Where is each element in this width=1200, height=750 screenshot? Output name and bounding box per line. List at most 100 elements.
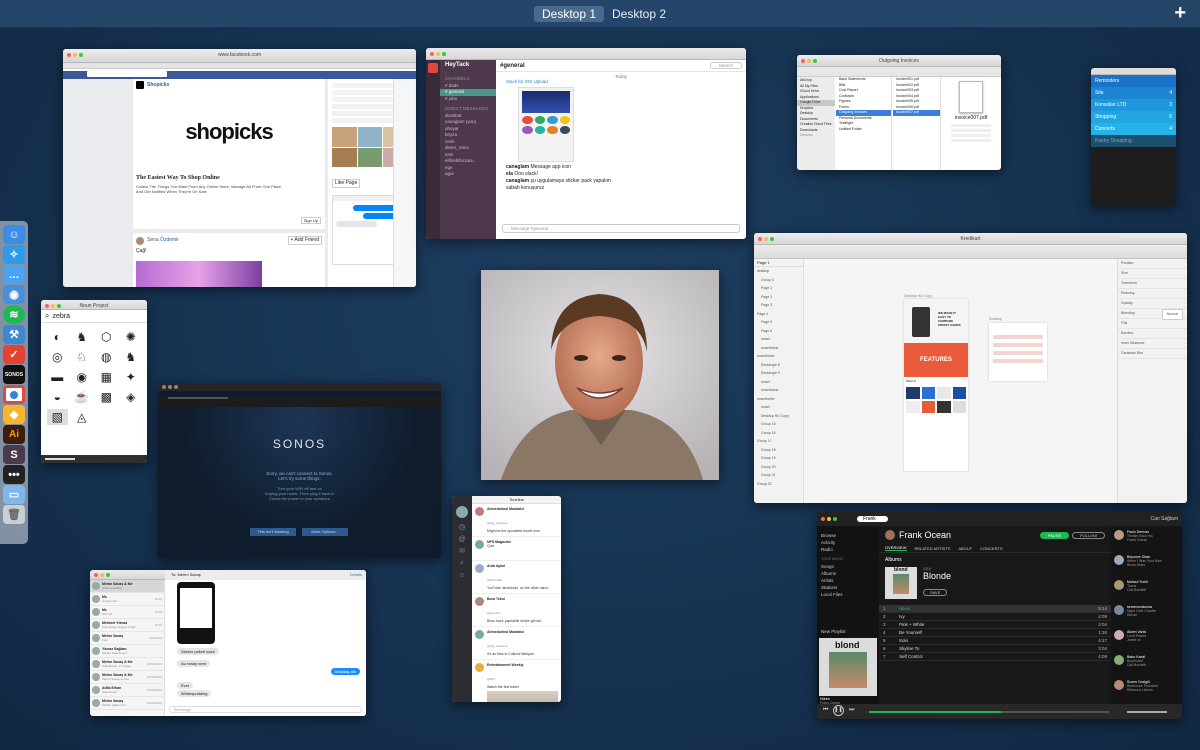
nav-albums[interactable]: Albums [821,570,875,577]
track-row[interactable]: 1 Nikes 5:14 [879,605,1111,613]
friend-item[interactable]: Pasin Derman Thinkin Bout You Frank Ocean [1111,526,1182,551]
layer-item[interactable]: Group 4 [754,276,803,285]
pause-icon[interactable]: ❚❚ [833,705,844,716]
friend-name[interactable]: Sena Özdemir [147,237,179,244]
volume-slider[interactable] [168,397,228,399]
profile-icon[interactable]: ☺ [452,570,472,582]
list-item[interactable]: Reminders [1091,75,1176,87]
clear-window[interactable]: Reminders Site 4 Konsolier LTD 3 Shopping 6… [1091,68,1176,206]
dm-item[interactable]: ugur [440,171,496,178]
zebra-icon[interactable]: ◉ [72,369,93,385]
conversation-item[interactable]: Mehm Savaş Foto Yesterday [90,632,164,645]
message-author[interactable]: canaglam [506,178,529,184]
details-button[interactable]: Details [350,570,362,580]
tweet[interactable]: Arda Aykol @firefoxlab YouTube Jarvislonic… [472,561,561,594]
trash-icon[interactable]: 🗑 [3,505,25,524]
nav-artists[interactable]: Artists [821,577,875,584]
address-bar[interactable]: www.facebook.com [218,52,261,58]
like-page-button[interactable]: Like Page [332,179,361,188]
layer-item[interactable]: Desktop HD Copy [754,412,803,421]
layer-item[interactable]: Group 18 [754,446,803,455]
nav-radio[interactable]: Radio [821,546,875,553]
search-icon[interactable]: ⌕ [452,558,472,570]
layer-item[interactable]: smarthome [754,344,803,353]
tweet-author[interactable]: Arda Aykol [487,564,558,568]
message-author[interactable]: canaglam [506,164,529,170]
layer-item[interactable]: Group 16 [754,429,803,438]
messages-icon[interactable]: ✉ [452,546,472,558]
conversation-item[interactable]: Mehm Savaş & Me Whitespudding [90,580,164,593]
zebra-icon[interactable]: ♞ [72,329,93,345]
todoist-icon[interactable]: ✓ [3,345,25,364]
nav-local-files[interactable]: Local Files [821,591,875,598]
sketch-window[interactable]: Kredikart Page 1 desktop Group 4 Page 1 Pag… [754,233,1187,503]
tweet[interactable]: Bora Tekol @spectric Biraz hazır yapılabil… [472,594,561,627]
tweet[interactable]: Ahmedulmol Mandalci @big_business Might be… [472,504,561,537]
size-slider[interactable] [45,458,75,460]
more-options-button[interactable]: More Options... [302,528,348,536]
signup-button[interactable]: Sign Up [300,217,321,224]
not-working-button[interactable]: This isn't Working [250,528,296,536]
tab-overview[interactable]: OVERVIEW [885,545,907,551]
upload-title[interactable]: Slack for iOS Upload [506,79,746,84]
conversation-item[interactable]: Yılmaz Sağlam Sticker Attachment [90,645,164,658]
track-row[interactable]: 4 Be Yourself 1:26 [879,629,1111,637]
search-input[interactable]: zebra [52,313,70,320]
volume-slider[interactable] [1127,711,1167,713]
list-item[interactable]: Pastry Shopping [1091,135,1176,147]
zebra-icon[interactable]: ☕ [72,389,93,405]
layer-item[interactable]: Page 6 [754,327,803,336]
layer-item[interactable]: Group 19 [754,454,803,463]
tweet-handle[interactable]: @firefoxlab [487,578,502,582]
conversation-item[interactable]: Me Ok it ok 15:08 [90,606,164,619]
pages-selector[interactable]: Page 1 [754,259,803,267]
spotify-window[interactable]: Frank Can Sağlam Browse Activity Radio Y… [817,512,1182,719]
space-desktop-1[interactable]: Desktop 1 [534,6,605,22]
track-row[interactable]: 5 Solo 4:17 [879,637,1111,645]
file-item-selected[interactable]: Invoice007.pdf [893,110,940,116]
photo-window[interactable] [481,270,719,480]
finder-window[interactable]: Outgoing Invoices AirDrop All My Files i… [797,55,1001,170]
zebra-icon[interactable]: ◒ [47,389,68,405]
mentions-icon[interactable]: @ [452,534,472,546]
track-row[interactable]: 7 Self Control 4:09 [879,653,1111,661]
zebra-icon[interactable]: ◐ [47,329,68,345]
tweet-author[interactable]: Ahmedulmol Mandalci [487,507,558,511]
sketch-icon[interactable]: ◆ [3,405,25,424]
next-icon[interactable]: ⏭ [849,707,854,714]
avatar[interactable] [456,506,468,518]
xcode-icon[interactable]: ⚒ [3,325,25,344]
layer-item[interactable]: Page 4 [754,310,803,319]
sketch-canvas[interactable]: Desktop HD Copy WE MADE IT EASY TO COMPA… [804,259,1117,503]
safari-icon[interactable]: ✧ [3,245,25,264]
fb-page-name[interactable]: Shopicks [147,82,169,89]
now-playing-art[interactable]: blond [819,638,877,696]
tab-related-artists[interactable]: RELATED ARTISTS [915,546,951,551]
nav-stations[interactable]: Stations [821,584,875,591]
folder-icon[interactable]: ▭ [3,485,25,504]
follow-button[interactable]: FOLLOW [1072,531,1105,539]
conversation-item[interactable]: Mehmet Yılmaz Telif yasayı okunuz bi gör 1… [90,619,164,632]
zebra-icon[interactable]: ♘ [72,349,93,365]
sidebar-item[interactable]: Creative Cloud Files [797,122,835,128]
nav-activity[interactable]: Activity [821,539,875,546]
tweetbot-icon[interactable]: ◉ [3,285,25,304]
tweet[interactable]: Entertainment Weekly @EW Watch the first t… [472,660,561,702]
zebra-icon[interactable]: ▦ [96,369,117,385]
space-desktop-2[interactable]: Desktop 2 [604,6,674,22]
folder-item[interactable]: Untitled Folder [836,127,891,133]
recipient-name[interactable]: Mehm Savaş [177,572,200,577]
tweet-handle[interactable]: @big_business [487,521,508,525]
zebra-icon[interactable]: ✺ [121,329,142,345]
timeline-icon[interactable]: ◷ [452,522,472,534]
playback-progress[interactable] [869,711,1109,713]
sonos-icon[interactable]: SONOS [3,365,25,384]
nav-songs[interactable]: Songs [821,563,875,570]
zebra-icon[interactable]: ◎ [47,349,68,365]
artboard-desktop-hd[interactable]: WE MADE IT EASY TO COMPARE CREDIT CARDS … [904,299,968,471]
layer-item[interactable]: Group 15 [754,420,803,429]
friend-item[interactable]: Batur Kamil Boulevard Cali Bordetti [1111,651,1182,676]
spotify-icon[interactable]: ≋ [3,305,25,324]
tweetbot-window[interactable]: ◷ @ ✉ ⌕ ☺ Timeline Ahmedulmol Mandalci @b… [452,496,561,702]
spotify-search-input[interactable]: Frank [857,516,888,522]
